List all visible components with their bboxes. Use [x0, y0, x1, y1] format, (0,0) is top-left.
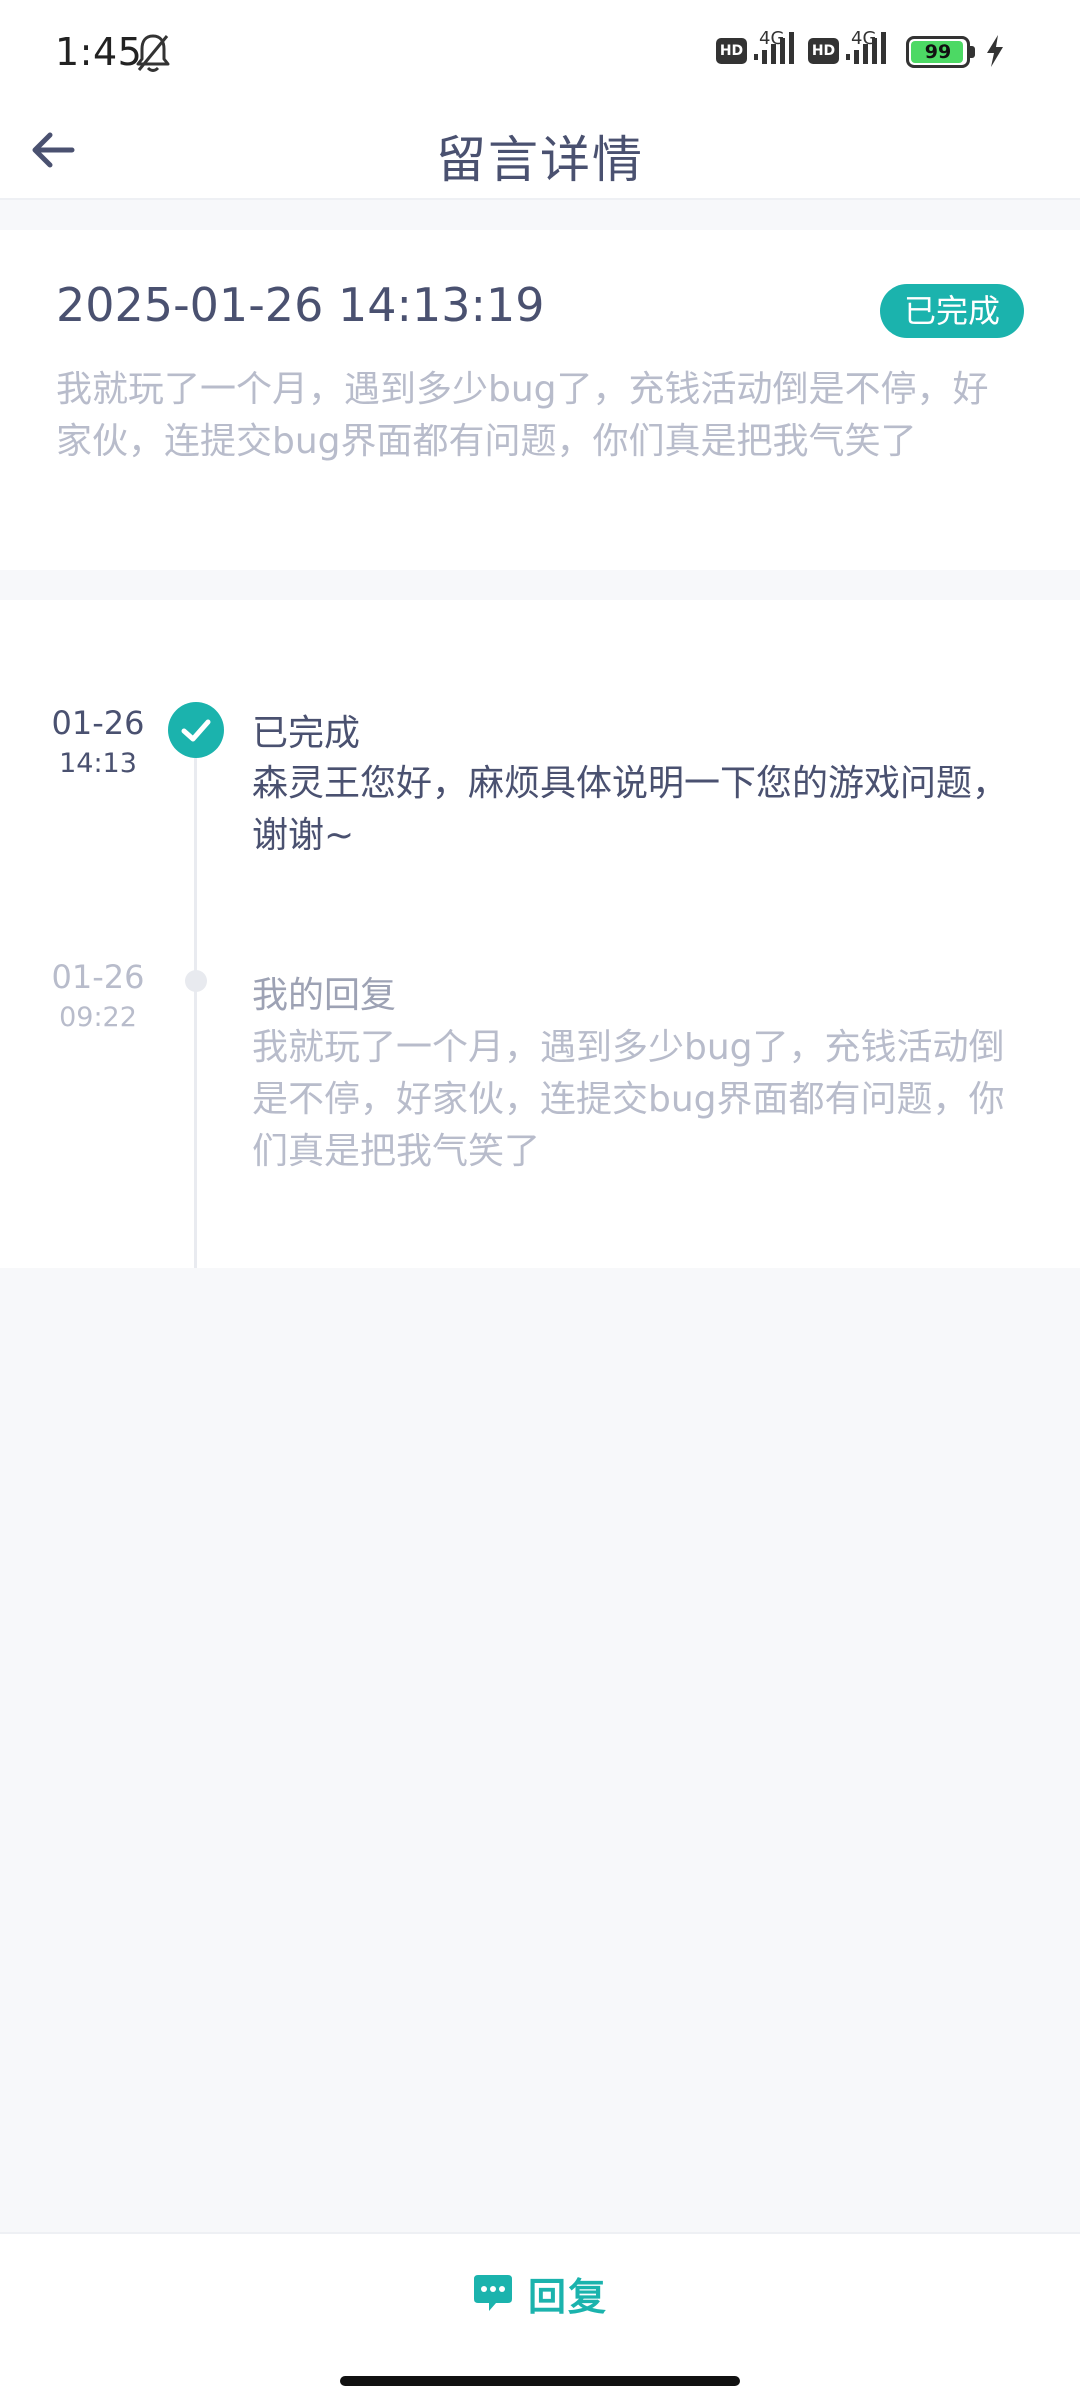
hd-badge-2: HD — [808, 38, 839, 64]
battery-level: 99 — [924, 41, 952, 63]
timeline-time: 09:22 — [59, 1002, 137, 1033]
timeline-time: 14:13 — [59, 748, 137, 779]
home-indicator[interactable] — [340, 2376, 740, 2386]
status-icons: HD 4G HD 4G 99 — [716, 26, 1056, 76]
timeline-content: 森灵王您好，麻烦具体说明一下您的游戏问题，谢谢~ — [252, 763, 1009, 856]
battery-icon: 99 — [906, 36, 970, 68]
bottom-bar: 回复 — [0, 2232, 1080, 2400]
battery-cap — [970, 46, 975, 58]
status-time: 1:45 — [55, 30, 143, 74]
timeline-date: 01-26 — [51, 704, 145, 742]
charging-icon — [987, 35, 1003, 67]
message-content: 我就玩了一个月，遇到多少bug了，充钱活动倒是不停，好家伙，连提交bug界面都有… — [56, 369, 989, 462]
status-badge: 已完成 — [879, 284, 1024, 338]
bell-off-icon — [136, 34, 170, 72]
chat-bubble-icon — [473, 2275, 512, 2311]
header: 留言详情 — [0, 100, 1080, 200]
timeline-dot — [185, 970, 207, 992]
reply-button[interactable]: 回复 — [0, 2258, 1080, 2328]
timeline-date: 01-26 — [51, 958, 145, 996]
page-title: 留言详情 — [436, 131, 644, 189]
timeline-title: 我的回复 — [252, 975, 397, 1016]
signal-icon — [754, 32, 794, 64]
timeline: 01-26 14:13 已完成 森灵王您好，麻烦具体说明一下您的游戏问题，谢谢~… — [0, 600, 1080, 1268]
timeline-line — [194, 748, 197, 1268]
check-circle-icon — [168, 702, 224, 758]
timeline-title: 已完成 — [252, 713, 361, 754]
status-bar: 1:45 HD 4G HD 4G 99 — [0, 0, 1080, 100]
message-card: 2025-01-26 14:13:19 已完成 我就玩了一个月，遇到多少bug了… — [0, 230, 1080, 570]
signal-icon-2 — [846, 32, 886, 64]
reply-label: 回复 — [527, 2274, 608, 2319]
message-datetime: 2025-01-26 14:13:19 — [56, 278, 545, 332]
hd-badge: HD — [716, 38, 747, 64]
page: 1:45 HD 4G HD 4G 99 留言详情 2025-01-26 14:1… — [0, 0, 1080, 2400]
timeline-content: 我就玩了一个月，遇到多少bug了，充钱活动倒是不停，好家伙，连提交bug界面都有… — [252, 1027, 1005, 1172]
